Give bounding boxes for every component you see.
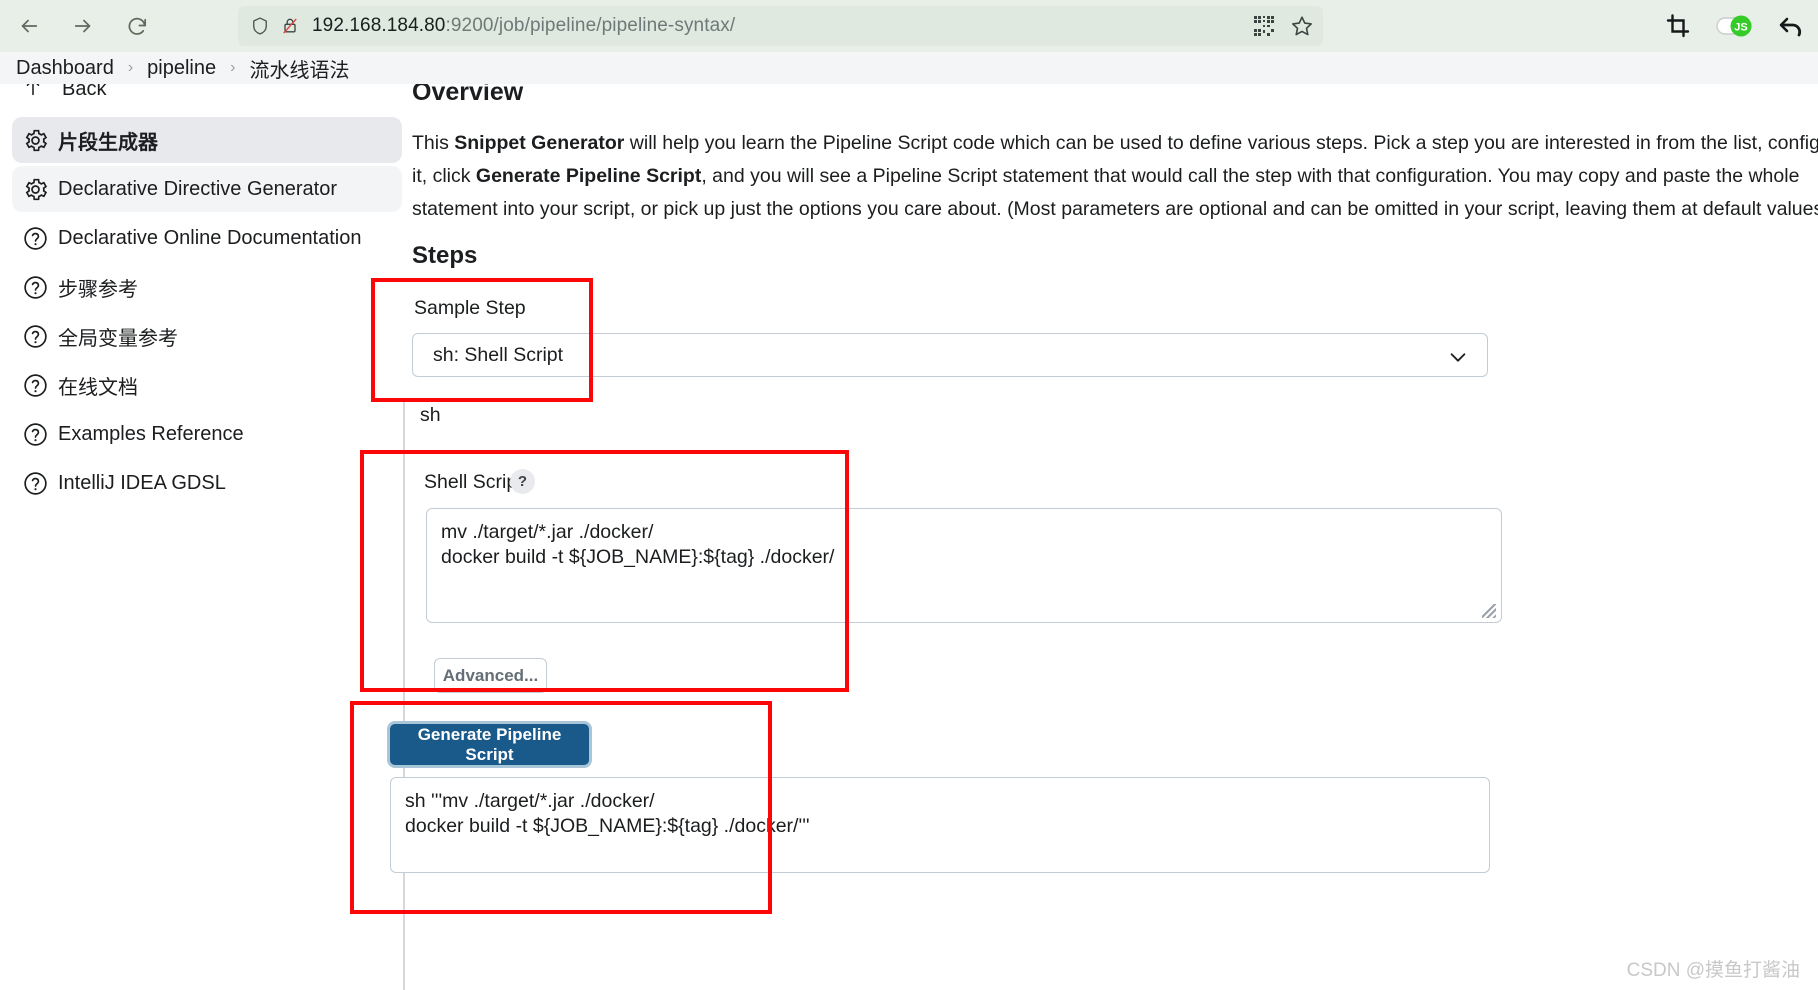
arrow-left-icon [18, 15, 40, 37]
sidebar-item-declarative-online-documentation[interactable]: Declarative Online Documentation [12, 215, 402, 261]
sidebar-item-label: Declarative Directive Generator [58, 177, 337, 200]
undo-arrow-icon[interactable] [1778, 14, 1804, 38]
browser-back-button[interactable] [8, 5, 50, 47]
page-content: Back 片段生成器 Declarative Directive Generat… [0, 84, 1818, 990]
main-content: Overview This Snippet Generator will hel… [390, 84, 1818, 990]
address-bar[interactable]: 192.168.184.80:9200/job/pipeline/pipelin… [238, 6, 1323, 46]
step-type-tag: sh [420, 404, 441, 426]
chevron-down-icon [1447, 346, 1469, 373]
question-circle-icon [12, 372, 58, 399]
qr-code-icon[interactable] [1247, 10, 1281, 42]
overview-bold-generate-pipeline-script: Generate Pipeline Script [475, 165, 702, 187]
gear-icon [12, 176, 58, 203]
browser-toolbar: 192.168.184.80:9200/job/pipeline/pipelin… [0, 0, 1818, 52]
watermark: CSDN @摸鱼打酱油 [1626, 960, 1800, 981]
js-toggle-label: JS [1734, 22, 1747, 34]
shell-script-label: Shell Script [424, 471, 523, 493]
js-toggle-icon[interactable]: JS [1716, 15, 1752, 37]
generated-script-output[interactable]: sh '''mv ./target/*.jar ./docker/ docker… [390, 777, 1490, 873]
sample-step-select[interactable]: sh: Shell Script [412, 333, 1488, 377]
sidebar-item-label: 全局变量参考 [58, 327, 178, 350]
sidebar-item-label: 步骤参考 [58, 278, 138, 301]
question-circle-icon [12, 421, 58, 448]
overview-bold-snippet-generator: Snippet Generator [454, 132, 625, 154]
arrow-right-icon [72, 15, 94, 37]
address-bar-url: 192.168.184.80:9200/job/pipeline/pipelin… [312, 15, 736, 36]
overview-paragraph: This Snippet Generator will help you lea… [412, 127, 1818, 226]
sidebar-item-label: 片段生成器 [58, 131, 158, 154]
advanced-button[interactable]: Advanced... [434, 658, 547, 693]
shell-script-textarea[interactable]: mv ./target/*.jar ./docker/ docker build… [426, 508, 1502, 623]
sidebar-item-examples-reference[interactable]: Examples Reference [12, 411, 402, 457]
sample-step-selected-value: sh: Shell Script [433, 343, 564, 366]
sidebar-item-declarative-directive-generator[interactable]: Declarative Directive Generator [12, 166, 402, 212]
question-circle-icon [12, 274, 58, 301]
sidebar-item-label: Declarative Online Documentation [58, 226, 362, 249]
crop-icon[interactable] [1666, 14, 1690, 38]
step-tree-guide-line [403, 402, 405, 990]
arrow-up-icon [22, 84, 44, 103]
sidebar-back-button[interactable]: Back [22, 84, 106, 103]
sidebar-item-steps-reference[interactable]: 步骤参考 [12, 264, 402, 310]
question-circle-icon [12, 323, 58, 350]
sidebar-back-label: Back [62, 84, 107, 100]
breadcrumb-separator: › [127, 59, 134, 76]
steps-heading: Steps [412, 242, 478, 269]
sidebar: Back 片段生成器 Declarative Directive Generat… [0, 84, 412, 990]
reload-icon [126, 15, 149, 38]
question-circle-icon [12, 225, 58, 252]
sidebar-item-label: Examples Reference [58, 422, 244, 445]
breadcrumb: Dashboard › pipeline › 流水线语法 [0, 52, 1818, 84]
shield-icon [250, 15, 270, 37]
sidebar-item-label: 在线文档 [58, 376, 138, 399]
sidebar-item-online-documentation[interactable]: 在线文档 [12, 362, 402, 408]
gear-icon [12, 127, 58, 154]
overview-text-part1: This [412, 132, 455, 154]
star-icon[interactable] [1285, 10, 1319, 42]
sidebar-item-global-variable-reference[interactable]: 全局变量参考 [12, 313, 402, 359]
overview-heading: Overview [412, 84, 524, 106]
sidebar-item-snippet-generator[interactable]: 片段生成器 [12, 117, 402, 163]
sidebar-item-label: IntelliJ IDEA GDSL [58, 471, 226, 494]
generate-pipeline-script-button[interactable]: Generate Pipeline Script [390, 724, 589, 765]
sidebar-item-intellij-idea-gdsl[interactable]: IntelliJ IDEA GDSL [12, 460, 402, 506]
question-circle-icon [12, 470, 58, 497]
lock-crossed-icon[interactable] [280, 15, 300, 37]
help-icon[interactable]: ? [510, 469, 535, 494]
browser-forward-button[interactable] [62, 5, 104, 47]
breadcrumb-separator: › [230, 59, 236, 76]
breadcrumb-item-dashboard[interactable]: Dashboard [8, 57, 122, 80]
breadcrumb-item-pipeline-syntax[interactable]: 流水线语法 [241, 54, 357, 83]
sample-step-label: Sample Step [414, 297, 526, 319]
browser-reload-button[interactable] [116, 5, 158, 47]
breadcrumb-item-pipeline[interactable]: pipeline [139, 57, 224, 80]
